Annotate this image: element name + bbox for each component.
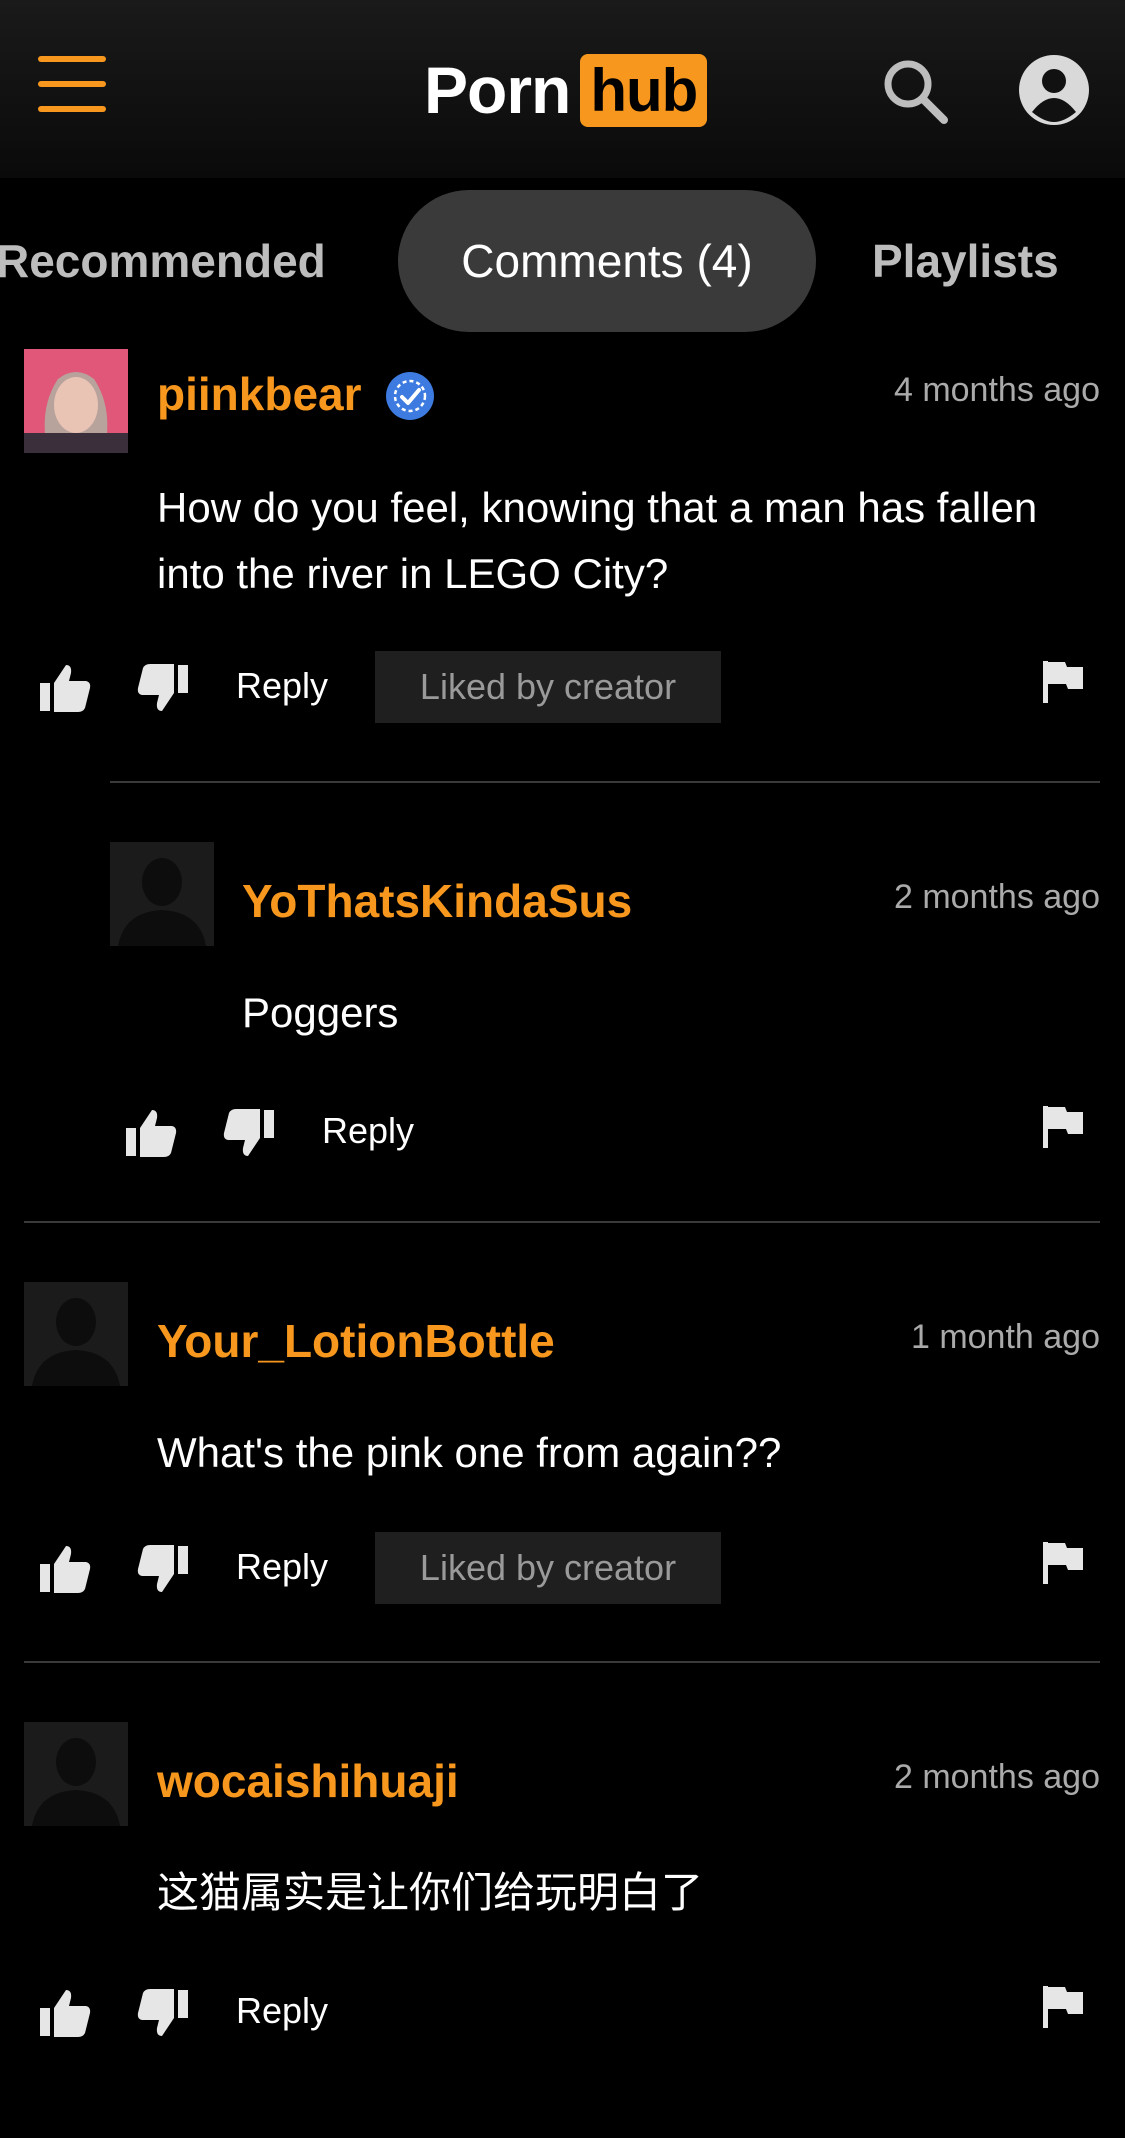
- comment-text: How do you feel, knowing that a man has …: [157, 484, 1038, 597]
- comment-username[interactable]: Your_LotionBottle: [157, 1314, 555, 1368]
- logo-text-right: hub: [580, 53, 708, 127]
- comment-item: piinkbear 4 months ago How do you feel, …: [0, 345, 1125, 775]
- flag-icon[interactable]: [1041, 1984, 1085, 2030]
- flag-icon[interactable]: [1041, 659, 1085, 705]
- flag-icon[interactable]: [1041, 1540, 1085, 1586]
- thumbs-up-icon[interactable]: [38, 661, 92, 715]
- tab-recommended[interactable]: Recommended: [0, 190, 326, 332]
- comment-actions: Reply Liked by creator: [0, 1532, 1125, 1608]
- hamburger-menu-icon[interactable]: [38, 56, 106, 112]
- reply-button[interactable]: Reply: [322, 1110, 414, 1152]
- avatar[interactable]: [24, 1282, 128, 1386]
- comment-username[interactable]: piinkbear: [157, 367, 362, 421]
- comment-text: Poggers: [242, 989, 399, 1036]
- liked-by-creator-badge: Liked by creator: [375, 651, 721, 723]
- site-logo[interactable]: Porn hub: [424, 50, 708, 130]
- comment-timestamp: 2 months ago: [893, 1758, 1100, 1796]
- avatar[interactable]: [110, 842, 214, 946]
- thumbs-down-icon[interactable]: [222, 1106, 276, 1160]
- thumbs-down-icon[interactable]: [136, 1542, 190, 1596]
- tab-playlists[interactable]: Playlists: [872, 190, 1059, 332]
- comment-actions: Reply: [0, 1976, 1125, 2052]
- verified-badge-icon: [386, 372, 434, 420]
- tab-bar: Recommended Comments (4) Playlists: [0, 190, 1125, 332]
- liked-by-creator-badge: Liked by creator: [375, 1532, 721, 1604]
- thumbs-down-icon[interactable]: [136, 1986, 190, 2040]
- comment-divider: [24, 1221, 1100, 1223]
- thumbs-up-icon[interactable]: [38, 1542, 92, 1596]
- search-icon[interactable]: [880, 56, 950, 126]
- comment-item: Your_LotionBottle 1 month ago What's the…: [0, 1280, 1125, 1640]
- comment-text: What's the pink one from again??: [157, 1429, 782, 1476]
- thumbs-up-icon[interactable]: [124, 1106, 178, 1160]
- tab-comments[interactable]: Comments (4): [398, 190, 816, 332]
- avatar[interactable]: [24, 1722, 128, 1826]
- comment-item: wocaishihuaji 2 months ago 这猫属实是让你们给玩明白了…: [0, 1720, 1125, 2080]
- reply-divider: [110, 781, 1100, 783]
- avatar[interactable]: [24, 349, 128, 453]
- default-avatar-icon: [110, 842, 214, 946]
- user-photo: [24, 349, 128, 453]
- comment-timestamp: 4 months ago: [893, 371, 1100, 409]
- account-icon[interactable]: [1018, 54, 1090, 126]
- reply-button[interactable]: Reply: [236, 1990, 328, 2032]
- comment-timestamp: 2 months ago: [893, 878, 1100, 916]
- default-avatar-icon: [24, 1722, 128, 1826]
- comment-text: 这猫属实是让你们给玩明白了: [157, 1869, 704, 1916]
- comment-username[interactable]: YoThatsKindaSus: [242, 874, 632, 928]
- reply-button[interactable]: Reply: [236, 665, 328, 707]
- comment-actions: Reply: [0, 1096, 1125, 1172]
- comment-actions: Reply Liked by creator: [0, 651, 1125, 727]
- reply-comment-item: YoThatsKindaSus 2 months ago Poggers Rep…: [0, 840, 1125, 1200]
- top-header: Porn hub: [0, 0, 1125, 178]
- thumbs-up-icon[interactable]: [38, 1986, 92, 2040]
- thumbs-down-icon[interactable]: [136, 661, 190, 715]
- flag-icon[interactable]: [1041, 1104, 1085, 1150]
- logo-text-left: Porn: [424, 53, 571, 127]
- default-avatar-icon: [24, 1282, 128, 1386]
- comment-divider: [24, 1661, 1100, 1663]
- comment-username[interactable]: wocaishihuaji: [157, 1754, 459, 1808]
- comment-timestamp: 1 month ago: [910, 1318, 1100, 1356]
- reply-button[interactable]: Reply: [236, 1546, 328, 1588]
